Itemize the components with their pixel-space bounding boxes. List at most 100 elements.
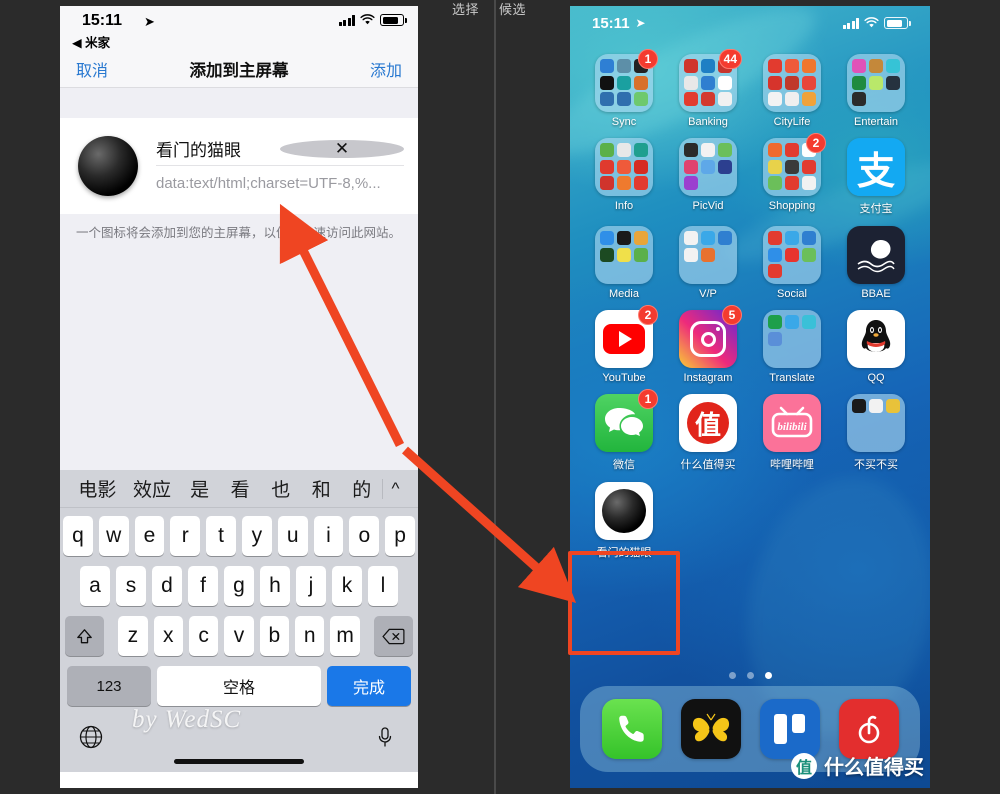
home-icon-不买不买[interactable]: 不买不买 (834, 394, 918, 472)
back-to-app-link[interactable]: ◀ 米家 (72, 32, 110, 51)
notification-badge: 1 (638, 49, 658, 69)
tile-wrap (679, 226, 737, 284)
home-icon-CityLife[interactable]: CityLife (750, 54, 834, 128)
key-v[interactable]: v (224, 616, 254, 656)
candidate-4[interactable]: 也 (260, 475, 301, 502)
mini-app-icon (717, 231, 732, 245)
shortcut-name-row[interactable]: 看门的猫眼 ✕ (156, 132, 404, 166)
space-key[interactable]: 空格 (157, 666, 321, 706)
key-p[interactable]: p (385, 516, 415, 556)
mini-app-icon (616, 92, 632, 106)
backspace-icon[interactable] (373, 616, 413, 656)
tile-wrap: 2 (763, 133, 826, 196)
mini-app-icon (616, 247, 632, 262)
right-status-bar: 15:11 ➤ (570, 6, 930, 40)
candidate-3[interactable]: 看 (220, 475, 261, 502)
page-dot[interactable] (728, 672, 736, 679)
tile-wrap (595, 482, 653, 540)
home-icon-Media[interactable]: Media (582, 226, 666, 300)
home-icon-Shopping[interactable]: 2 Shopping (750, 133, 834, 216)
chevron-up-icon[interactable]: ^ (381, 478, 408, 499)
mini-app-icon (717, 143, 732, 157)
home-icon-Sync[interactable]: 1 Sync (582, 49, 666, 128)
butterfly-icon[interactable] (680, 699, 741, 759)
home-icon-QQ[interactable]: QQ (834, 310, 918, 384)
app-label: Shopping (768, 200, 816, 212)
key-g[interactable]: g (224, 566, 254, 606)
home-icon-支付宝[interactable]: 支支付宝 (834, 138, 918, 216)
app-label: Translate (769, 372, 815, 384)
key-c[interactable]: c (188, 616, 219, 656)
phone-icon[interactable] (601, 699, 662, 759)
key-t[interactable]: t (206, 516, 236, 556)
home-icon-Instagram[interactable]: 5 Instagram (666, 305, 750, 384)
home-icon-PicVid[interactable]: PicVid (666, 138, 750, 216)
home-icon-微信[interactable]: 1 微信 (582, 389, 666, 472)
key-h[interactable]: h (260, 566, 290, 606)
home-icon-Banking[interactable]: 44 Banking (666, 49, 750, 128)
description-text: 一个图标将会添加到您的主屏幕，以便您快速访问此网站。 (76, 226, 402, 240)
home-icon-V/P[interactable]: V/P (666, 226, 750, 300)
mini-app-icon (684, 75, 699, 90)
netease-music-icon[interactable] (838, 699, 899, 759)
trello-icon[interactable] (759, 699, 820, 759)
page-dot[interactable] (746, 672, 754, 679)
home-icon-看门的猫眼[interactable]: 看门的猫眼 (582, 482, 666, 560)
tile-wrap (847, 226, 905, 284)
mini-app-icon (784, 143, 800, 157)
key-o[interactable]: o (349, 516, 380, 556)
folder-icon (847, 54, 905, 112)
peephole-camera-icon (78, 136, 138, 196)
home-icon-什么值得买[interactable]: 值什么值得买 (666, 394, 750, 472)
key-f[interactable]: f (188, 566, 218, 606)
numbers-key[interactable]: 123 (67, 666, 151, 706)
battery-icon (884, 17, 911, 29)
shortcut-name-input[interactable]: 看门的猫眼 (156, 136, 280, 161)
mini-app-icon (616, 75, 632, 90)
key-q[interactable]: q (63, 516, 93, 556)
key-w[interactable]: w (98, 516, 129, 556)
home-icon-BBAE[interactable]: BBAE (834, 226, 918, 300)
candidate-6[interactable]: 的 (341, 475, 382, 502)
key-s[interactable]: s (116, 566, 146, 606)
candidate-5[interactable]: 和 (301, 475, 342, 502)
key-r[interactable]: r (170, 516, 201, 556)
app-label: 什么值得买 (680, 459, 736, 471)
candidate-0[interactable]: 电影 (70, 475, 125, 502)
key-i[interactable]: i (313, 516, 344, 556)
mini-app-icon (868, 59, 884, 73)
key-d[interactable]: d (152, 566, 182, 606)
page-dot-active[interactable] (764, 672, 772, 679)
key-e[interactable]: e (134, 516, 165, 556)
mini-app-icon (852, 416, 866, 430)
key-z[interactable]: z (118, 616, 148, 656)
mini-app-icon (633, 231, 648, 245)
key-b[interactable]: b (259, 616, 290, 656)
home-icon-Entertain[interactable]: Entertain (834, 54, 918, 128)
mini-app-icon (852, 59, 867, 73)
key-u[interactable]: u (277, 516, 308, 556)
mini-app-icon (869, 416, 883, 430)
mini-app-icon (785, 264, 799, 278)
clear-circle-icon[interactable]: ✕ (280, 139, 404, 158)
key-m[interactable]: m (330, 616, 360, 656)
candidate-1[interactable]: 效应 (125, 475, 180, 502)
done-key[interactable]: 完成 (327, 666, 411, 706)
key-n[interactable]: n (295, 616, 325, 656)
key-l[interactable]: l (368, 566, 398, 606)
home-icon-Translate[interactable]: Translate (750, 310, 834, 384)
home-icon-哔哩哔哩[interactable]: bilibili 哔哩哔哩 (750, 394, 834, 472)
key-x[interactable]: x (153, 616, 183, 656)
globe-icon[interactable] (78, 724, 104, 750)
key-j[interactable]: j (296, 566, 326, 606)
home-icon-YouTube[interactable]: 2 YouTube (582, 305, 666, 384)
home-icon-Social[interactable]: Social (750, 226, 834, 300)
mini-app-icon (784, 231, 800, 245)
key-y[interactable]: y (242, 516, 272, 556)
candidate-2[interactable]: 是 (179, 475, 220, 502)
shift-up-icon[interactable] (65, 616, 105, 656)
home-icon-Info[interactable]: Info (582, 138, 666, 216)
key-a[interactable]: a (80, 566, 110, 606)
microphone-icon[interactable] (372, 724, 398, 750)
key-k[interactable]: k (332, 566, 362, 606)
